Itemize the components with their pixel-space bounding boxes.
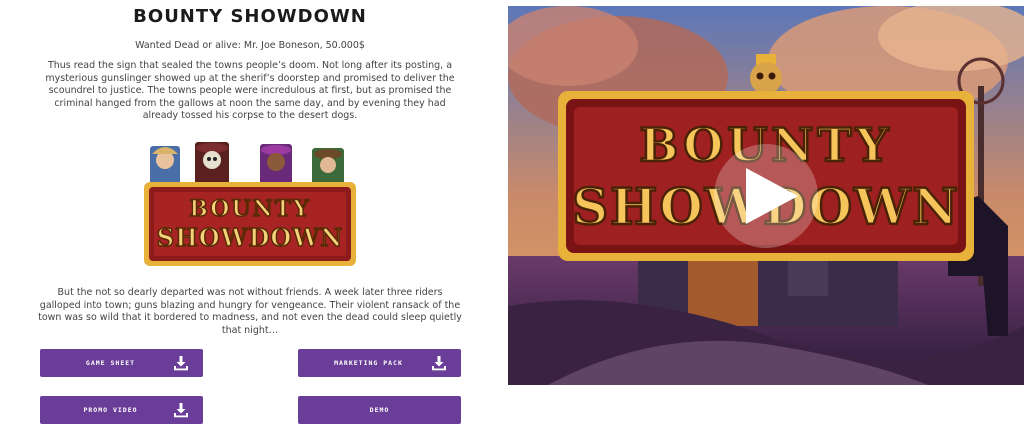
- svg-text:BOUNTY: BOUNTY: [189, 196, 311, 222]
- promo-video-button[interactable]: PROMO VIDEO: [40, 396, 203, 424]
- wanted-subtitle: Wanted Dead or alive: Mr. Joe Boneson, 5…: [135, 40, 365, 51]
- demo-button[interactable]: DEMO: [298, 396, 461, 424]
- game-logo: BOUNTY SHOWDOWN: [140, 138, 360, 270]
- page-title: BOUNTY SHOWDOWN: [133, 6, 367, 27]
- story-paragraph-1: Thus read the sign that sealed the towns…: [45, 60, 455, 122]
- play-icon[interactable]: [714, 144, 818, 248]
- demo-label: DEMO: [369, 406, 390, 414]
- svg-text:SHOWDOWN: SHOWDOWN: [157, 223, 343, 252]
- game-sheet-label: GAME SHEET: [85, 359, 136, 367]
- promo-video-player[interactable]: BOUNTY SHOWDOWN: [508, 6, 1024, 385]
- download-icon: [174, 356, 188, 371]
- download-icon: [174, 403, 188, 418]
- game-info-panel: BOUNTY SHOWDOWN Wanted Dead or alive: Mr…: [0, 0, 500, 431]
- marketing-pack-label: MARKETING PACK: [334, 359, 403, 367]
- video-thumbnail: BOUNTY SHOWDOWN: [508, 6, 1024, 385]
- marketing-pack-button[interactable]: MARKETING PACK: [298, 349, 461, 377]
- story-paragraph-2: But the not so dearly departed was not w…: [38, 287, 462, 336]
- character-portraits: [150, 142, 344, 188]
- game-sheet-button[interactable]: GAME SHEET: [40, 349, 203, 377]
- download-icon: [432, 356, 446, 371]
- game-logo-art: BOUNTY SHOWDOWN: [144, 142, 356, 266]
- promo-video-label: PROMO VIDEO: [83, 406, 138, 414]
